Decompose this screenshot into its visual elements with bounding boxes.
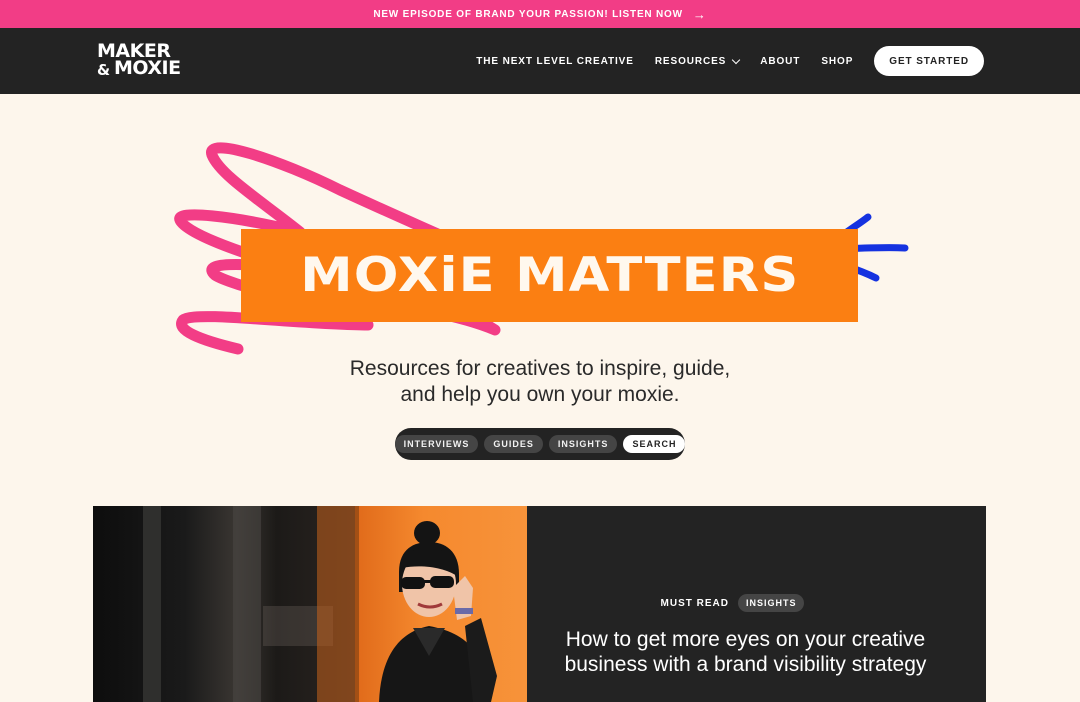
must-read-label: MUST READ: [660, 597, 729, 609]
announcement-text: NEW EPISODE OF BRAND YOUR PASSION! LISTE…: [373, 8, 683, 20]
nav-item-label: RESOURCES: [654, 55, 727, 67]
filter-search[interactable]: SEARCH: [623, 435, 686, 453]
nav-item-label: THE NEXT LEVEL CREATIVE: [476, 55, 634, 67]
nav-item-resources[interactable]: RESOURCES: [654, 55, 741, 67]
category-tag[interactable]: INSIGHTS: [737, 594, 805, 612]
hero-subtitle-line-1: Resources for creatives to inspire, guid…: [349, 357, 731, 380]
featured-article-body: MUST READ INSIGHTS How to get more eyes …: [527, 506, 986, 702]
hero-title: MOXiE MATTERS: [299, 248, 800, 303]
featured-article-headline[interactable]: How to get more eyes on your creative bu…: [527, 627, 964, 677]
hero-subtitle-line-2: and help you own your moxie.: [400, 383, 680, 406]
maker-moxie-logo[interactable]: MAKER & MOXIE: [97, 42, 203, 80]
resource-filter-bar: INTERVIEWS GUIDES INSIGHTS SEARCH: [394, 428, 686, 460]
logo-ampersand: &: [97, 61, 111, 79]
filter-guides[interactable]: GUIDES: [484, 435, 543, 453]
logo-line-2: MOXIE: [114, 57, 181, 79]
main-nav: THE NEXT LEVEL CREATIVE RESOURCES ABOUT …: [476, 46, 984, 76]
get-started-button[interactable]: GET STARTED: [874, 46, 984, 76]
nav-item-next-level-creative[interactable]: THE NEXT LEVEL CREATIVE: [476, 56, 634, 67]
nav-item-label: SHOP: [821, 55, 854, 67]
hero-subtitle: Resources for creatives to inspire, guid…: [290, 356, 790, 408]
headline-line-2: business with a brand visibility strateg…: [564, 653, 927, 676]
featured-article-meta: MUST READ INSIGHTS: [527, 594, 938, 612]
portrait-photo: [93, 506, 527, 702]
site-header: MAKER & MOXIE THE NEXT LEVEL CREATIVE RE…: [0, 28, 1080, 94]
hero-title-banner: MOXiE MATTERS: [241, 229, 858, 322]
nav-item-shop[interactable]: SHOP: [821, 56, 853, 67]
chevron-down-icon: [732, 55, 741, 64]
filter-insights[interactable]: INSIGHTS: [548, 435, 618, 453]
nav-item-about[interactable]: ABOUT: [760, 56, 800, 67]
announcement-bar[interactable]: NEW EPISODE OF BRAND YOUR PASSION! LISTE…: [0, 0, 1080, 28]
arrow-right-icon: →: [692, 6, 707, 22]
nav-item-label: ABOUT: [760, 55, 801, 67]
featured-article-image: [93, 506, 527, 702]
filter-interviews[interactable]: INTERVIEWS: [394, 435, 479, 453]
featured-article-card[interactable]: MUST READ INSIGHTS How to get more eyes …: [93, 506, 986, 702]
headline-line-1: How to get more eyes on your creative: [565, 628, 926, 651]
